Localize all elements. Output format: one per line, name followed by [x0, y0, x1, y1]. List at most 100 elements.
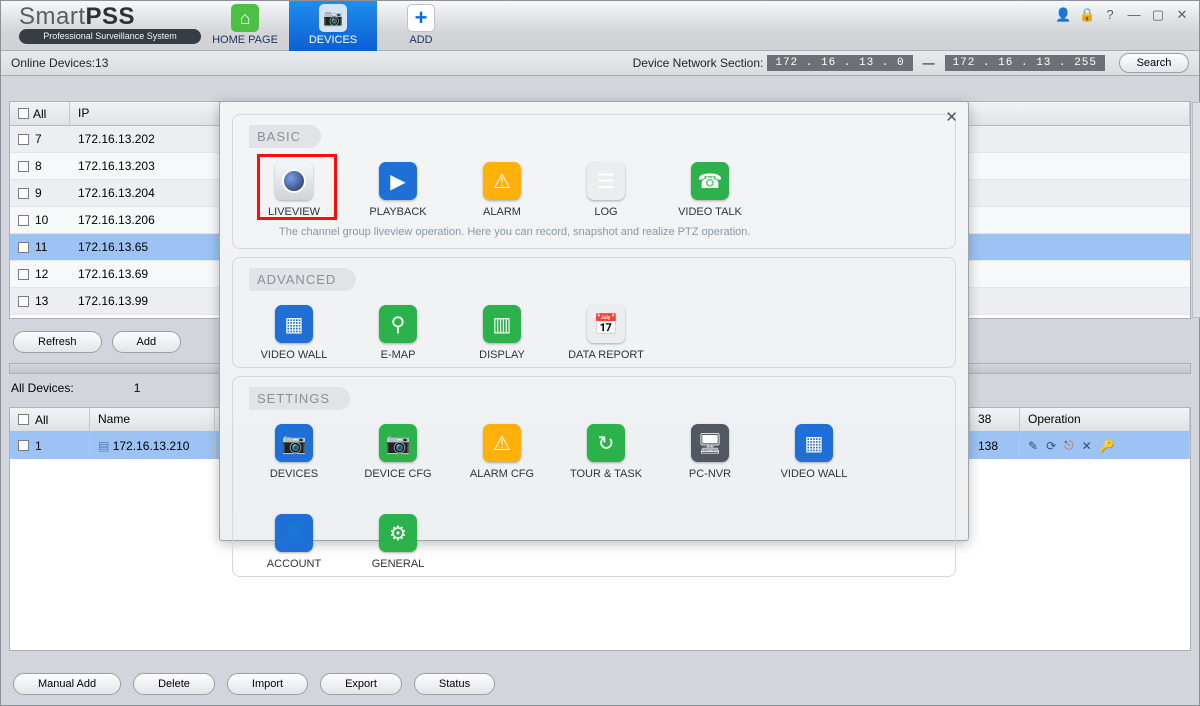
general-icon: ⚙ [379, 514, 417, 552]
vertical-scrollbar[interactable] [1192, 102, 1200, 318]
checkbox[interactable] [18, 440, 29, 451]
checkbox[interactable] [18, 414, 29, 425]
display-button[interactable]: ▥ DISPLAY [467, 305, 537, 361]
col-all[interactable]: All [10, 408, 90, 431]
alarm-button[interactable]: ⚠ALARM [467, 162, 537, 218]
launch-label: ALARM CFG [470, 468, 534, 480]
launch-label: VIDEO WALL [781, 468, 848, 480]
col-operation[interactable]: Operation [1020, 408, 1190, 431]
account-icon: 👤 [275, 514, 313, 552]
alarm-icon: ⚠ [483, 162, 521, 200]
status-button[interactable]: Status [414, 673, 495, 695]
launch-label: DISPLAY [479, 349, 525, 361]
close-icon[interactable]: ✕ [1175, 7, 1189, 23]
maximize-icon[interactable]: ▢ [1151, 7, 1165, 23]
user-icon[interactable]: 👤 [1055, 7, 1069, 23]
add-button[interactable]: Add [112, 331, 182, 353]
launch-label: LIVEVIEW [268, 206, 320, 218]
tourtask-icon: ↻ [587, 424, 625, 462]
pc-nvr-button[interactable]: 🖥PC-NVR [675, 424, 745, 480]
help-icon[interactable]: ? [1103, 7, 1117, 23]
data-report-button[interactable]: 📅DATA REPORT [571, 305, 641, 361]
launch-label: DEVICE CFG [364, 468, 431, 480]
refresh-icon[interactable]: ⟳ [1046, 439, 1056, 453]
footer-buttons: Manual Add Delete Import Export Status [13, 673, 495, 695]
lock-icon[interactable]: 🔒 [1079, 7, 1093, 23]
launch-label: E-MAP [381, 349, 416, 361]
search-button[interactable]: Search [1119, 53, 1189, 73]
online-devices-count: 13 [95, 56, 108, 70]
row-index: 10 [35, 213, 48, 227]
title-bar: SmartPSS Professional Surveillance Syste… [1, 1, 1199, 51]
ip-to-input[interactable]: 172 . 16 . 13 . 255 [945, 55, 1105, 71]
import-button[interactable]: Import [227, 673, 308, 695]
delete-icon[interactable]: ✕ [1082, 439, 1092, 453]
plus-icon: + [407, 4, 435, 32]
close-icon[interactable]: ✕ [945, 108, 958, 126]
checkbox[interactable] [18, 269, 29, 280]
advanced-section: ADVANCED ▦VIDEO WALL ⚲E-MAP ▥DISPLAY 📅DA… [232, 257, 956, 368]
row-index: 13 [35, 294, 48, 308]
checkbox[interactable] [18, 134, 29, 145]
settings-section: SETTINGS 📷DEVICES 📷DEVICE CFG ⚠ALARM CFG… [232, 376, 956, 577]
playback-icon: ▶ [379, 162, 417, 200]
minimize-icon[interactable]: — [1127, 7, 1141, 23]
video-wall-settings-button[interactable]: ▦ VIDEO WALL [779, 424, 849, 480]
playback-button[interactable]: ▶PLAYBACK [363, 162, 433, 218]
online-buttons: Refresh Add [13, 331, 181, 353]
network-section-label: Device Network Section: [633, 56, 764, 70]
device-cfg-button[interactable]: 📷DEVICE CFG [363, 424, 433, 480]
emap-button[interactable]: ⚲E-MAP [363, 305, 433, 361]
logout-icon[interactable]: ⎋ [1064, 438, 1074, 453]
video-wall-button[interactable]: ▦VIDEO WALL [259, 305, 329, 361]
liveview-button[interactable]: LIVEVIEW [259, 162, 329, 218]
col-all[interactable]: All [10, 102, 70, 125]
info-bar: Online Devices: 13 Device Network Sectio… [1, 51, 1199, 76]
key-icon[interactable]: 🔑 [1100, 439, 1115, 453]
log-icon: ☰ [587, 162, 625, 200]
edit-icon[interactable]: ✎ [1028, 439, 1038, 453]
brand-subtitle: Professional Surveillance System [19, 29, 201, 44]
manual-add-button[interactable]: Manual Add [13, 673, 121, 695]
videowall-icon: ▦ [795, 424, 833, 462]
checkbox[interactable] [18, 296, 29, 307]
delete-button[interactable]: Delete [133, 673, 215, 695]
video-talk-button[interactable]: ☎VIDEO TALK [675, 162, 745, 218]
checkbox[interactable] [18, 215, 29, 226]
display-icon: ▥ [483, 305, 521, 343]
col-all-label: All [35, 413, 48, 427]
tour-task-button[interactable]: ↻TOUR & TASK [571, 424, 641, 480]
tab-devices[interactable]: 📷 DEVICES [289, 1, 377, 51]
checkbox[interactable] [18, 108, 29, 119]
home-menu-modal: ✕ BASIC LIVEVIEW ▶PLAYBACK ⚠ALARM ☰LOG ☎… [219, 101, 969, 541]
devices-settings-button[interactable]: 📷DEVICES [259, 424, 329, 480]
online-devices-label: Online Devices: [11, 56, 95, 70]
checkbox[interactable] [18, 161, 29, 172]
row-index: 7 [35, 132, 42, 146]
col-name[interactable]: Name [90, 408, 215, 431]
pcnvr-icon: 🖥 [691, 424, 729, 462]
account-button[interactable]: 👤ACCOUNT [259, 514, 329, 570]
ip-from-input[interactable]: 172 . 16 . 13 . 0 [767, 55, 912, 71]
tab-add[interactable]: + ADD [377, 1, 465, 51]
export-button[interactable]: Export [320, 673, 402, 695]
device-name-text: 172.16.13.210 [113, 439, 190, 453]
tab-home-page[interactable]: ⌂ HOME PAGE [201, 1, 289, 51]
log-button[interactable]: ☰ LOG [571, 162, 641, 218]
checkbox[interactable] [18, 188, 29, 199]
liveview-icon [275, 162, 313, 200]
row-operations: ✎ ⟳ ⎋ ✕ 🔑 [1020, 434, 1190, 457]
checkbox[interactable] [18, 242, 29, 253]
general-button[interactable]: ⚙GENERAL [363, 514, 433, 570]
device-name: ▤ 172.16.13.210 [90, 435, 215, 457]
col-port[interactable]: 38 [970, 408, 1020, 431]
launch-label: VIDEO WALL [261, 349, 328, 361]
launch-label: LOG [594, 206, 617, 218]
refresh-button[interactable]: Refresh [13, 331, 102, 353]
datareport-icon: 📅 [587, 305, 625, 343]
alarmcfg-icon: ⚠ [483, 424, 521, 462]
dash: — [923, 56, 935, 70]
brand-title-light: Smart [19, 3, 86, 30]
basic-section: BASIC LIVEVIEW ▶PLAYBACK ⚠ALARM ☰LOG ☎VI… [232, 114, 956, 249]
alarm-cfg-button[interactable]: ⚠ ALARM CFG [467, 424, 537, 480]
